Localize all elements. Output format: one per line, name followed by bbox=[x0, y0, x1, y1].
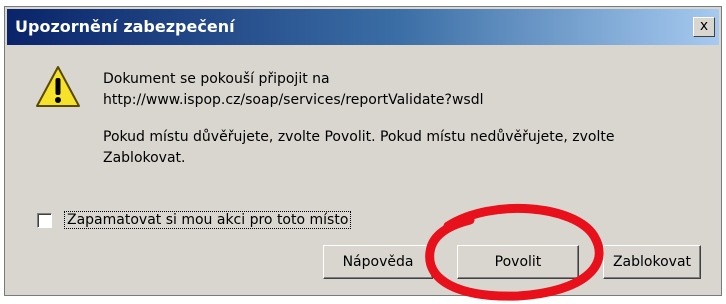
help-button[interactable]: Nápověda bbox=[323, 245, 433, 279]
allow-button[interactable]: Povolit bbox=[457, 245, 579, 279]
warning-icon bbox=[36, 66, 80, 107]
security-warning-dialog: Upozornění zabezpečení x Dokument se pok… bbox=[4, 6, 722, 296]
remember-checkbox[interactable] bbox=[37, 212, 52, 228]
close-icon: x bbox=[699, 18, 709, 34]
message-instruction: Pokud místu důvěřujete, zvolte Povolit. … bbox=[103, 129, 615, 166]
remember-option[interactable]: Zapamatovat si mou akci pro toto místo bbox=[37, 211, 352, 229]
message-url: http://www.ispop.cz/soap/services/report… bbox=[103, 92, 484, 108]
close-button[interactable]: x bbox=[693, 17, 715, 37]
title-bar[interactable]: Upozornění zabezpečení x bbox=[7, 9, 719, 45]
dialog-title: Upozornění zabezpečení bbox=[15, 17, 235, 36]
block-button[interactable]: Zablokovat bbox=[603, 245, 701, 279]
message-line: Dokument se pokouší připojit na bbox=[103, 71, 330, 87]
remember-label[interactable]: Zapamatovat si mou akci pro toto místo bbox=[64, 211, 352, 229]
message-block: Dokument se pokouší připojit na http://w… bbox=[103, 69, 483, 111]
